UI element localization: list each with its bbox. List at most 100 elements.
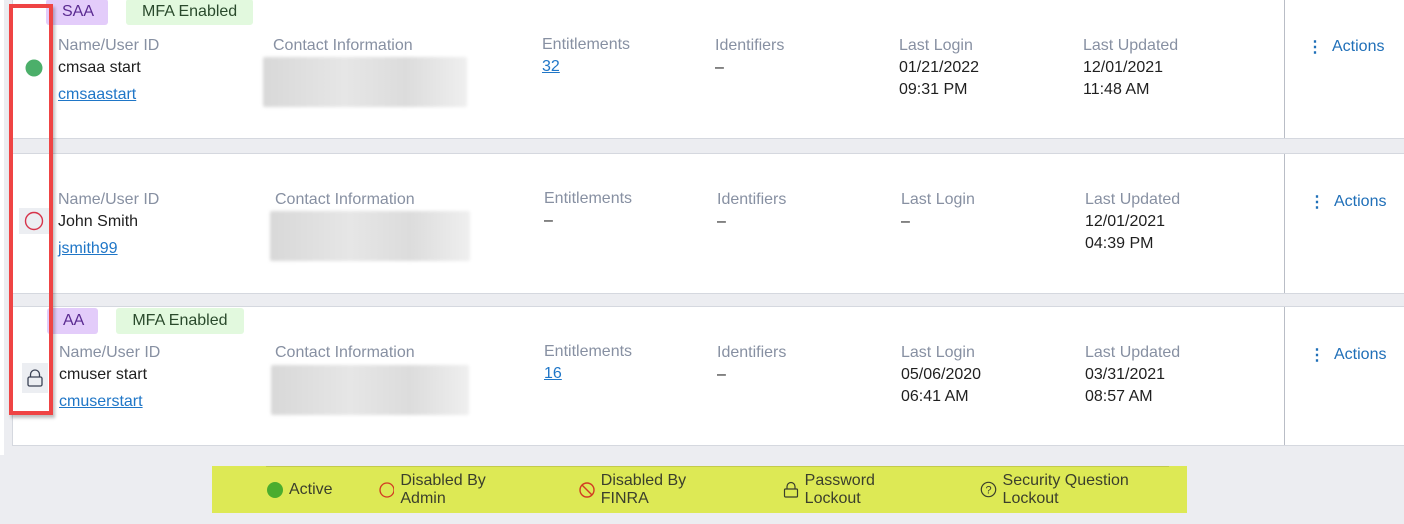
- contact-label: Contact Information: [275, 191, 415, 208]
- actions-button[interactable]: ⋮ Actions: [1307, 37, 1384, 57]
- entitlements-column: Entitlements 32: [542, 34, 630, 78]
- badges: AA MFA Enabled: [47, 308, 244, 334]
- entitlements-value: –: [544, 212, 553, 229]
- name-column: Name/User ID cmuser start cmuserstart: [59, 342, 160, 413]
- kebab-menu-icon: ⋮: [1309, 194, 1325, 211]
- kebab-menu-icon: ⋮: [1307, 39, 1323, 56]
- badges: SAA MFA Enabled: [46, 0, 254, 25]
- identifiers-label: Identifiers: [717, 344, 787, 361]
- name-label: Name/User ID: [58, 191, 160, 208]
- actions-label: Actions: [1334, 346, 1387, 363]
- prohibited-icon: [579, 481, 595, 498]
- name-column: Name/User ID cmsaa start cmsaastart: [58, 35, 159, 106]
- entitlements-column: Entitlements –: [544, 188, 632, 232]
- user-row: AA MFA Enabled Name/User ID cmuser start…: [12, 306, 1404, 446]
- contact-info-redacted: [263, 57, 467, 107]
- status-legend: Active Disabled By Admin Disabled By FIN…: [212, 466, 1187, 513]
- name-label: Name/User ID: [59, 344, 161, 361]
- actions-label: Actions: [1334, 193, 1387, 210]
- name-label: Name/User ID: [58, 37, 160, 54]
- last-updated-time: 11:48 AM: [1083, 81, 1150, 98]
- last-updated-date: 12/01/2021: [1085, 213, 1166, 230]
- entitlements-label: Entitlements: [544, 190, 633, 207]
- column-divider: [1284, 0, 1285, 138]
- last-updated-label: Last Updated: [1085, 191, 1181, 208]
- last-updated-column: Last Updated 03/31/2021 08:57 AM: [1085, 342, 1180, 408]
- last-login-label: Last Login: [901, 344, 975, 361]
- legend-item-disabled-finra: Disabled By FINRA: [579, 472, 737, 508]
- entitlements-label: Entitlements: [542, 36, 631, 53]
- user-id-link[interactable]: cmsaastart: [58, 84, 159, 106]
- contact-column: Contact Information: [273, 35, 413, 57]
- last-login-column: Last Login 01/21/2022 09:31 PM: [899, 35, 979, 101]
- user-name: John Smith: [58, 213, 139, 230]
- contact-info-redacted: [271, 365, 469, 415]
- entitlements-label: Entitlements: [544, 343, 633, 360]
- last-login-time: 09:31 PM: [899, 81, 968, 98]
- legend-item-security-question-lockout: ? Security Question Lockout: [980, 472, 1187, 508]
- legend-label: Security Question Lockout: [1002, 471, 1129, 507]
- svg-text:?: ?: [985, 485, 991, 497]
- page-left-strip: [0, 0, 4, 455]
- last-updated-column: Last Updated 12/01/2021 11:48 AM: [1083, 35, 1178, 101]
- last-updated-date: 12/01/2021: [1083, 59, 1164, 76]
- contact-label: Contact Information: [273, 37, 413, 54]
- identifiers-value: –: [717, 213, 726, 230]
- user-row: SAA MFA Enabled Name/User ID cmsaa start…: [12, 0, 1404, 139]
- user-id-link[interactable]: cmuserstart: [59, 391, 160, 413]
- entitlements-link[interactable]: 16: [544, 363, 632, 385]
- legend-label: Active: [289, 480, 333, 498]
- identifiers-column: Identifiers –: [717, 342, 786, 386]
- question-circle-icon: ?: [980, 481, 997, 498]
- legend-label: Disabled By FINRA: [600, 471, 687, 507]
- identifiers-label: Identifiers: [717, 191, 787, 208]
- mfa-badge: MFA Enabled: [116, 308, 244, 334]
- contact-label: Contact Information: [275, 344, 415, 361]
- user-name: cmuser start: [59, 366, 148, 383]
- filled-green-circle-icon: [267, 481, 283, 498]
- column-divider: [1284, 307, 1285, 445]
- legend-label: Disabled By Admin: [400, 471, 486, 507]
- last-updated-column: Last Updated 12/01/2021 04:39 PM: [1085, 189, 1180, 255]
- last-updated-label: Last Updated: [1083, 37, 1179, 54]
- entitlements-link[interactable]: 32: [542, 56, 630, 78]
- kebab-menu-icon: ⋮: [1309, 347, 1325, 364]
- user-row: Name/User ID John Smith jsmith99 Contact…: [12, 153, 1404, 294]
- identifiers-value: –: [717, 366, 726, 383]
- red-outline-circle-icon: [378, 481, 395, 498]
- legend-label: Password Lockout: [804, 471, 875, 507]
- legend-divider: [266, 466, 1169, 467]
- last-login-date: 05/06/2020: [901, 366, 982, 383]
- legend-item-active: Active: [267, 481, 333, 499]
- legend-item-disabled-admin: Disabled By Admin: [378, 471, 533, 508]
- last-login-label: Last Login: [899, 37, 973, 54]
- legend-item-password-lockout: Password Lockout: [783, 472, 934, 508]
- lock-icon: [783, 481, 798, 498]
- identifiers-value: –: [715, 59, 724, 76]
- identifiers-column: Identifiers –: [717, 189, 786, 233]
- last-login-date: 01/21/2022: [899, 59, 980, 76]
- contact-column: Contact Information: [275, 342, 415, 364]
- role-badge: AA: [47, 308, 99, 334]
- last-updated-time: 08:57 AM: [1085, 388, 1153, 405]
- user-id-link[interactable]: jsmith99: [58, 238, 159, 260]
- column-divider: [1284, 154, 1285, 293]
- identifiers-label: Identifiers: [715, 37, 785, 54]
- last-login-time: 06:41 AM: [901, 388, 969, 405]
- actions-button[interactable]: ⋮ Actions: [1309, 345, 1386, 365]
- last-login-column: Last Login –: [901, 189, 975, 233]
- identifiers-column: Identifiers –: [715, 35, 784, 79]
- status-column-highlight: [9, 4, 53, 415]
- contact-column: Contact Information: [275, 189, 415, 211]
- entitlements-column: Entitlements 16: [544, 341, 632, 385]
- last-updated-label: Last Updated: [1085, 344, 1181, 361]
- actions-button[interactable]: ⋮ Actions: [1309, 192, 1386, 212]
- actions-label: Actions: [1332, 38, 1385, 55]
- name-column: Name/User ID John Smith jsmith99: [58, 189, 159, 260]
- role-badge: SAA: [46, 0, 109, 25]
- last-updated-time: 04:39 PM: [1085, 235, 1154, 252]
- last-login-label: Last Login: [901, 191, 975, 208]
- last-login-date: –: [901, 213, 910, 230]
- mfa-badge: MFA Enabled: [126, 0, 254, 25]
- last-updated-date: 03/31/2021: [1085, 366, 1166, 383]
